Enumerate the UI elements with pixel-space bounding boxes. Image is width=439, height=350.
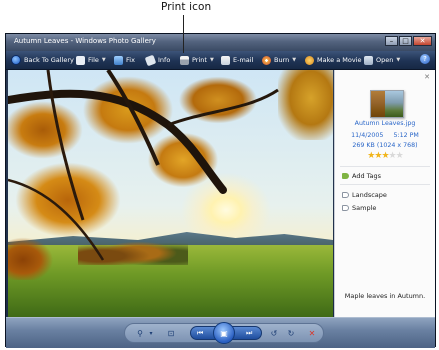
print-menu[interactable]: Print ▼ [180,54,214,66]
toolbar: Back To Gallery File ▼ Fix Info Print ▼ … [6,51,435,70]
print-icon[interactable] [180,55,189,65]
divider [340,166,430,167]
chevron-down-icon: ▼ [101,57,106,63]
tag-label: Landscape [352,191,387,199]
fix-button[interactable]: Fix [114,54,135,66]
title-bar: Autumn Leaves - Windows Photo Gallery – … [6,34,435,51]
file-time: 5:12 PM [393,132,419,139]
tag-icon [342,205,349,211]
delete-icon[interactable]: ✕ [306,327,318,339]
fix-label: Fix [126,56,135,64]
star-icon[interactable]: ★ [381,151,389,161]
rotate-clockwise-icon[interactable]: ↻ [285,327,297,339]
info-label: Info [158,56,171,64]
tag-label: Sample [352,204,377,212]
email-button[interactable]: E-mail [221,54,253,66]
file-size: 269 KB (1024 x 768) [352,142,418,149]
back-to-gallery-label: Back To Gallery [24,56,74,64]
window-controls: – □ ✕ [385,36,432,47]
window-title: Autumn Leaves - Windows Photo Gallery [14,37,156,45]
photo-gallery-window: Autumn Leaves - Windows Photo Gallery – … [5,33,436,348]
close-button[interactable]: ✕ [413,36,432,46]
minimize-button[interactable]: – [385,36,398,46]
tag-item[interactable]: Sample [342,204,376,212]
star-rating[interactable]: ★★★★★ [335,151,435,161]
burn-menu[interactable]: Burn ▼ [262,54,296,66]
chevron-down-icon: ▼ [209,57,214,63]
make-a-movie-label: Make a Movie [317,56,362,64]
info-icon [144,54,157,66]
file-date-time[interactable]: 11/4/2005 5:12 PM [335,132,435,139]
close-info-pane-icon[interactable]: ✕ [424,73,430,81]
add-tags-button[interactable]: Add Tags [342,172,381,180]
burn-label: Burn [274,56,290,64]
chevron-down-icon: ▼ [396,57,401,63]
playback-controls-bar: ⚲ ▾ ⊡ ⏮ ⏭ ▣ ↺ ↻ ✕ [6,317,435,348]
callout-pointer-line [183,15,184,53]
tag-item[interactable]: Landscape [342,191,387,199]
file-label: File [88,56,99,64]
tag-icon [342,192,349,198]
star-icon[interactable]: ★ [389,151,397,161]
file-menu[interactable]: File ▼ [76,54,106,66]
open-label: Open [376,56,394,64]
star-icon[interactable]: ★ [396,151,404,161]
file-name[interactable]: Autumn Leaves.jpg [335,120,435,127]
photo-caption[interactable]: Maple leaves in Autumn. [335,292,435,300]
next-icon[interactable]: ⏭ [246,329,252,338]
maximize-button[interactable]: □ [399,36,412,46]
file-icon [76,55,85,65]
fix-icon [114,55,123,65]
back-to-gallery-button[interactable]: Back To Gallery [11,54,74,66]
photo-viewer [8,70,333,317]
divider [340,184,430,185]
back-arrow-icon [11,55,21,65]
disc-icon [262,55,271,65]
open-menu[interactable]: Open ▼ [364,54,400,66]
info-pane: ✕ Autumn Leaves.jpg 11/4/2005 5:12 PM 26… [334,70,435,317]
add-tag-icon [342,173,349,179]
open-icon [364,55,373,65]
actual-size-icon[interactable]: ⊡ [165,327,177,339]
print-label: Print [192,56,207,64]
email-icon [221,55,230,65]
movie-icon [305,55,314,65]
chevron-down-icon[interactable]: ▾ [145,327,157,339]
email-label: E-mail [233,56,254,64]
photo-branches [8,70,279,261]
add-tags-label: Add Tags [352,172,382,180]
make-a-movie-button[interactable]: Make a Movie [305,54,361,66]
info-button[interactable]: Info [144,54,171,66]
help-icon[interactable]: ? [420,54,430,64]
photo-thumbnail [370,90,404,118]
file-date: 11/4/2005 [351,132,384,139]
chevron-down-icon: ▼ [292,57,297,63]
rotate-counterclockwise-icon[interactable]: ↺ [268,327,280,339]
previous-icon[interactable]: ⏮ [197,329,203,338]
print-icon-callout-label: Print icon [161,1,212,13]
slideshow-play-icon[interactable]: ▣ [213,322,235,344]
annotation-area: Print icon [0,0,439,36]
